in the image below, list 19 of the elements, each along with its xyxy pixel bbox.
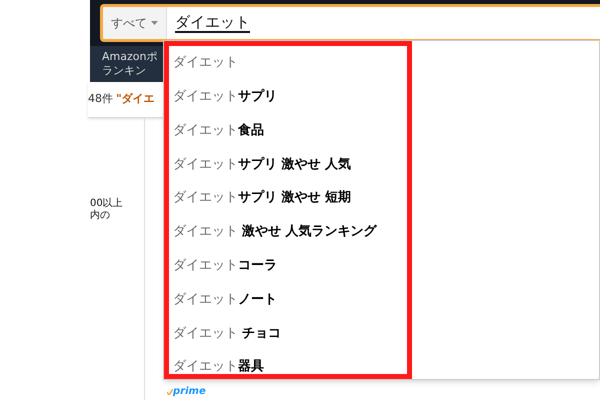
result-count: 48件: [88, 91, 113, 108]
search-field[interactable]: ダイエット: [175, 13, 250, 33]
suggestion-item[interactable]: ダイエット食品: [169, 114, 407, 148]
suggestion-item[interactable]: ダイエット器具: [169, 350, 407, 374]
filter-text: 00以上: [90, 198, 124, 210]
suggestion-item[interactable]: ダイエットノート: [169, 282, 407, 316]
prime-logo: prime: [173, 386, 206, 398]
caret-icon: [151, 21, 158, 25]
result-query: "ダイエ: [116, 91, 155, 108]
suggestion-item[interactable]: ダイエット 激やせ 人気ランキング: [169, 214, 407, 249]
suggestion-item[interactable]: ダイエットサプリ: [169, 80, 407, 114]
suggestion-item[interactable]: ダイエットサプリ 激やせ 人気: [169, 147, 407, 182]
suggestion-item[interactable]: ダイエット チョコ: [169, 316, 407, 350]
category-dropdown[interactable]: すべて: [103, 7, 167, 39]
check-icon: [167, 389, 173, 395]
suggestion-item[interactable]: ダイエットコーラ: [169, 248, 407, 283]
filter-text: 内の: [90, 210, 111, 222]
suggestion-item[interactable]: ダイエット: [169, 46, 407, 80]
suggestion-item[interactable]: ダイエットサプリ 激やせ 短期: [169, 181, 407, 215]
